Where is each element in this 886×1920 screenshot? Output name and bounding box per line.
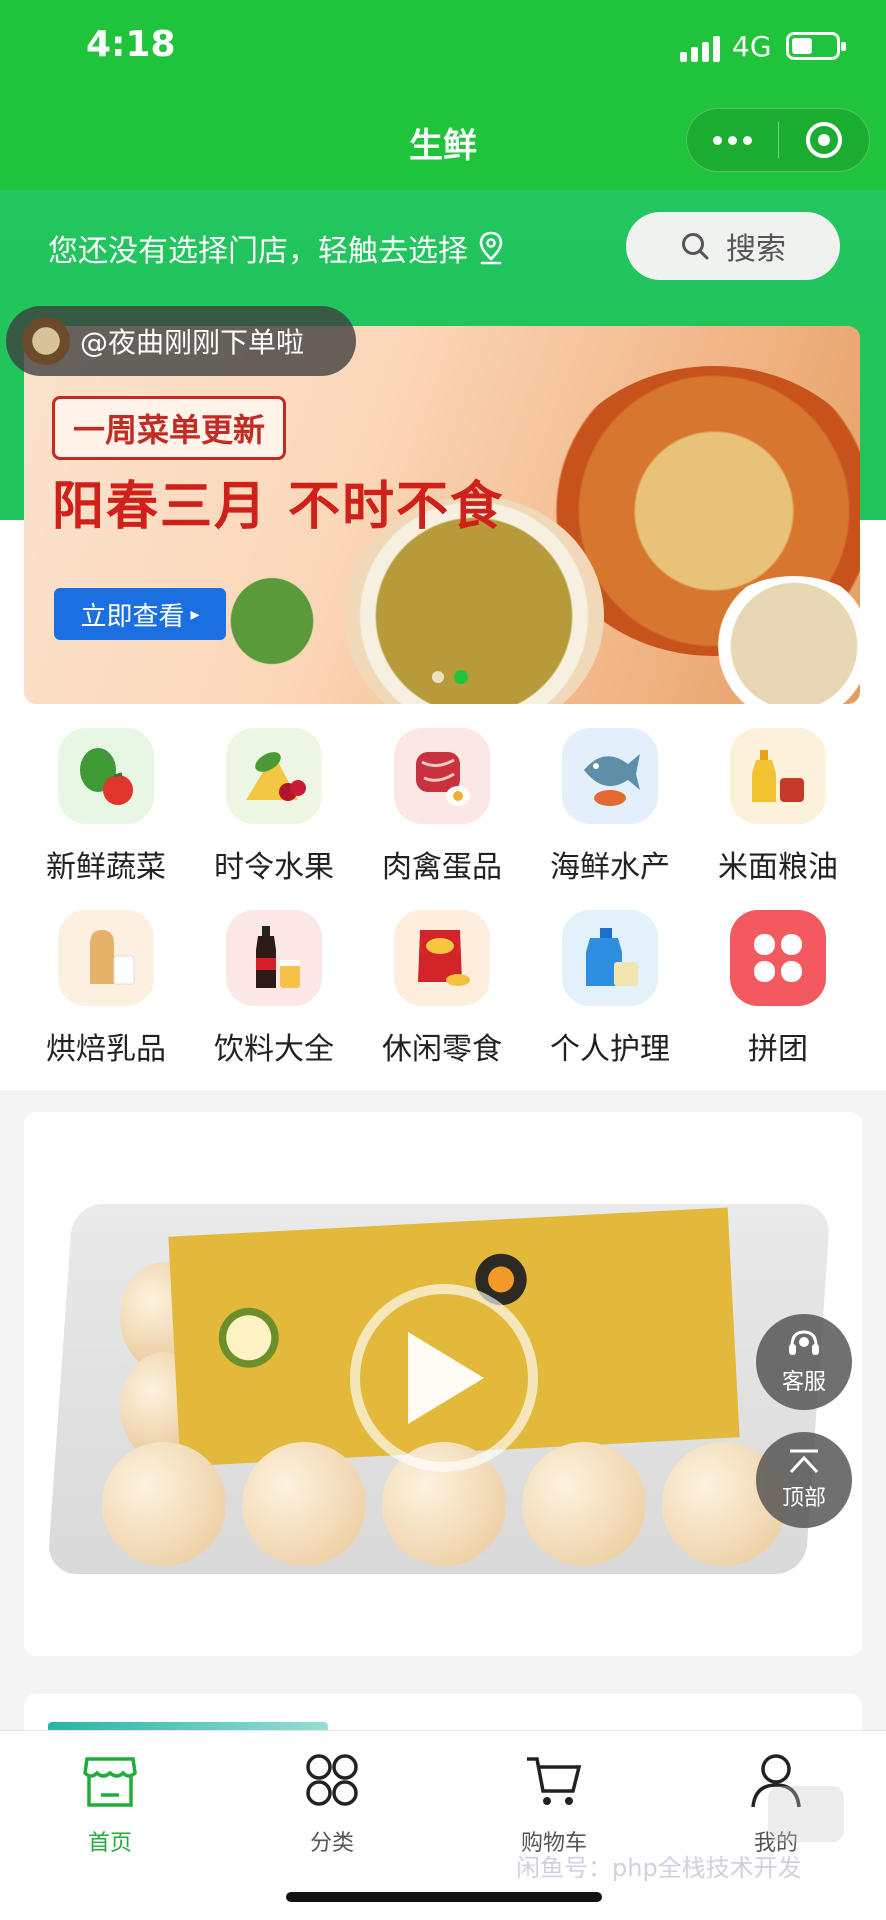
product-video-card[interactable] xyxy=(24,1112,862,1656)
category-label: 新鲜蔬菜 xyxy=(46,850,166,885)
brand-logo-image xyxy=(211,1300,286,1375)
promo-banner[interactable]: 一周菜单更新 阳春三月 不时不食 立即查看 ▸ xyxy=(24,326,860,704)
banner-headline: 阳春三月 不时不食 xyxy=(52,476,505,537)
category-item[interactable]: 烘焙乳品 xyxy=(26,910,186,1068)
more-menu-icon[interactable] xyxy=(687,135,778,145)
tab-category[interactable]: 分类 xyxy=(252,1749,412,1857)
avatar xyxy=(22,317,70,365)
store-tip-text: 您还没有选择门店，轻触去选择 xyxy=(48,234,468,269)
grain-oil-icon xyxy=(730,728,826,824)
category-label: 饮料大全 xyxy=(214,1032,334,1067)
category-label: 米面粮油 xyxy=(718,850,838,885)
category-item[interactable]: 个人护理 xyxy=(530,910,690,1068)
category-item[interactable]: 拼团 xyxy=(698,910,858,1068)
snacks-icon xyxy=(394,910,490,1006)
order-notification-text: @夜曲刚刚下单啦 xyxy=(80,326,305,359)
banner-dot[interactable] xyxy=(432,671,444,683)
category-label: 休闲零食 xyxy=(382,1032,502,1067)
vegetables-icon xyxy=(58,728,154,824)
category-item[interactable]: 米面粮油 xyxy=(698,728,858,886)
banner-cta-label: 立即查看 xyxy=(80,601,185,632)
category-label: 时令水果 xyxy=(214,850,334,885)
banner-cta-button[interactable]: 立即查看 ▸ xyxy=(54,588,226,640)
category-label: 海鲜水产 xyxy=(550,850,670,885)
category-item[interactable]: 海鲜水产 xyxy=(530,728,690,886)
cart-icon xyxy=(527,1757,582,1805)
drinks-icon xyxy=(226,910,322,1006)
group-buy-icon xyxy=(730,910,826,1006)
status-bar: 4:18 4G xyxy=(0,0,886,96)
customer-service-button[interactable]: 客服 xyxy=(756,1314,852,1410)
tab-label: 分类 xyxy=(309,1831,354,1856)
category-item[interactable]: 新鲜蔬菜 xyxy=(26,728,186,886)
back-to-top-label: 顶部 xyxy=(781,1486,826,1511)
location-pin-icon xyxy=(479,231,503,265)
customer-service-label: 客服 xyxy=(781,1370,826,1395)
watermark-logo xyxy=(768,1786,844,1842)
close-miniprogram-icon[interactable] xyxy=(779,122,870,158)
banner-dot-active[interactable] xyxy=(454,670,468,684)
order-notification-toast: @夜曲刚刚下单啦 xyxy=(6,306,356,376)
search-label: 搜索 xyxy=(726,232,786,267)
category-item[interactable]: 休闲零食 xyxy=(362,910,522,1068)
signal-icon xyxy=(680,36,720,62)
category-label: 肉禽蛋品 xyxy=(382,850,502,885)
category-icon xyxy=(306,1754,358,1806)
personal-care-icon xyxy=(562,910,658,1006)
headset-icon xyxy=(789,1330,819,1355)
banner-leaf-image xyxy=(224,546,344,696)
category-item[interactable]: 时令水果 xyxy=(194,728,354,886)
bakery-dairy-icon xyxy=(58,910,154,1006)
banner-pagination xyxy=(432,670,468,684)
fruit-icon xyxy=(226,728,322,824)
home-indicator[interactable] xyxy=(286,1892,602,1902)
category-label: 烘焙乳品 xyxy=(46,1032,166,1067)
category-label: 拼团 xyxy=(748,1032,808,1067)
tab-home[interactable]: 首页 xyxy=(30,1749,190,1857)
banner-tag: 一周菜单更新 xyxy=(52,396,287,460)
back-to-top-button[interactable]: 顶部 xyxy=(756,1432,852,1528)
tab-cart[interactable]: 购物车 xyxy=(474,1749,634,1857)
category-label: 个人护理 xyxy=(550,1032,670,1067)
play-icon[interactable] xyxy=(408,1332,484,1424)
search-button[interactable]: 搜索 xyxy=(626,212,840,280)
tab-label: 首页 xyxy=(87,1831,132,1856)
battery-icon xyxy=(786,32,846,60)
meat-icon xyxy=(394,728,490,824)
category-item[interactable]: 饮料大全 xyxy=(194,910,354,1068)
arrow-up-icon xyxy=(789,1449,819,1474)
store-select-link[interactable]: 您还没有选择门店，轻触去选择 xyxy=(48,226,504,270)
watermark-text: 闲鱼号：php全栈技术开发 xyxy=(516,1854,802,1882)
search-icon xyxy=(682,233,709,260)
category-item[interactable]: 肉禽蛋品 xyxy=(362,728,522,886)
network-type: 4G xyxy=(732,30,772,63)
seafood-icon xyxy=(562,728,658,824)
mini-program-capsule xyxy=(686,108,870,172)
status-time: 4:18 xyxy=(86,24,176,65)
caret-right-icon: ▸ xyxy=(190,603,200,625)
home-icon xyxy=(83,1757,137,1807)
